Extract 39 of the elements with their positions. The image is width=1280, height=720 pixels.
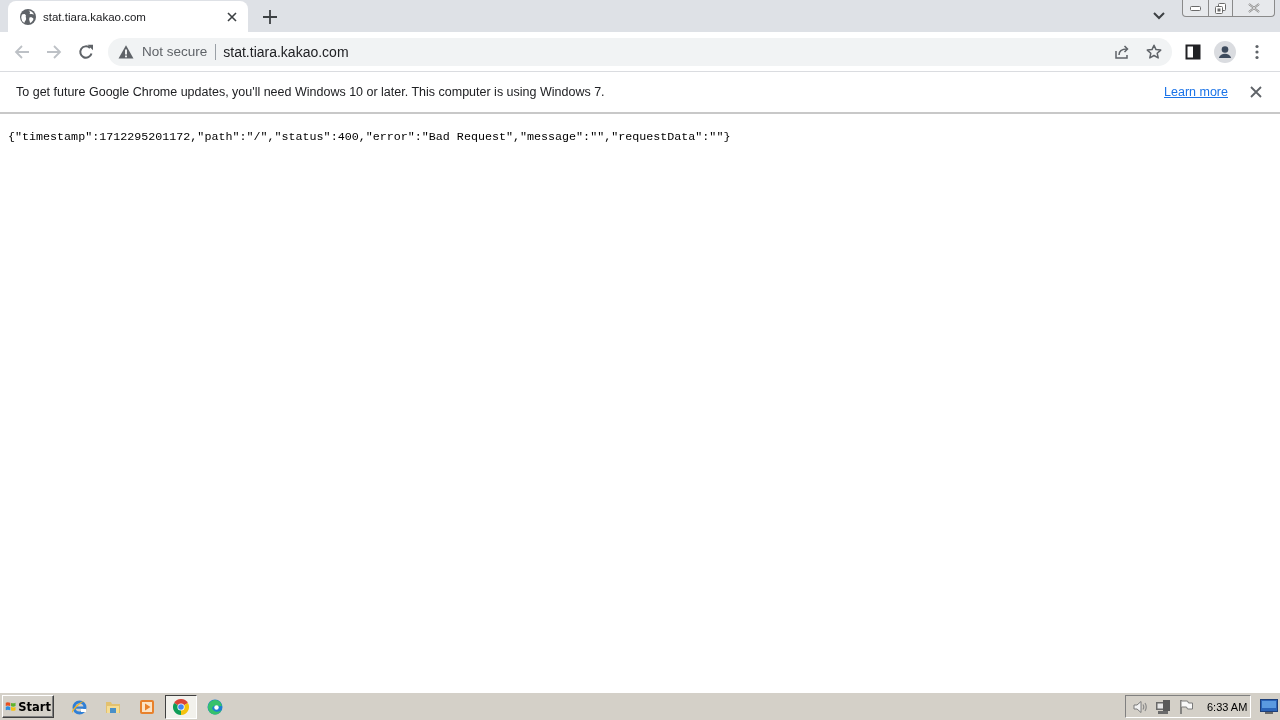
back-arrow-icon	[14, 43, 30, 60]
start-button[interactable]: Start	[2, 695, 54, 718]
window-close-button[interactable]	[1233, 0, 1275, 17]
url-text[interactable]: stat.tiara.kakao.com	[223, 43, 349, 60]
e-logo-icon	[71, 698, 87, 715]
avatar-icon	[1214, 40, 1236, 63]
infobar-message: To get future Google Chrome updates, you'll need Windows 10 or later. This computer is using Windows 7.	[16, 85, 605, 99]
waving-flag-icon	[5, 699, 17, 714]
share-icon	[1114, 43, 1130, 60]
flag-icon[interactable]	[1178, 698, 1194, 715]
response-text: {"timestamp":1712295201172,"path":"/","status":400,"error":"Bad Request","message":"","requestData":""}	[8, 129, 731, 145]
speaker-icon[interactable]	[1132, 698, 1148, 715]
reload-icon	[78, 43, 94, 60]
ring-logo-icon	[173, 698, 189, 715]
play-icon	[139, 698, 155, 715]
security-chip[interactable]: Not secure	[118, 43, 208, 60]
learn-more-link[interactable]: Learn more	[1164, 85, 1228, 99]
address-bar[interactable]: Not secure stat.tiara.kakao.com	[108, 37, 1172, 66]
star-icon	[1146, 43, 1162, 60]
minimize-icon	[1190, 5, 1201, 11]
monitor-icon	[1260, 697, 1278, 714]
browser-tab[interactable]: stat.tiara.kakao.com	[8, 1, 248, 32]
network-icon[interactable]	[1155, 698, 1171, 715]
chevron-down-icon	[1153, 12, 1165, 20]
forward-arrow-icon	[46, 43, 62, 60]
globe-icon	[20, 8, 36, 25]
plus-icon	[263, 10, 277, 24]
restore-icon	[1215, 2, 1226, 14]
close-icon	[227, 11, 237, 22]
close-icon	[1250, 86, 1262, 98]
side-panel-icon	[1185, 43, 1201, 60]
taskbar-app-button[interactable]	[165, 694, 197, 719]
show-desktop-button[interactable]	[1260, 697, 1278, 716]
close-icon	[1247, 3, 1260, 13]
swirl-logo-icon	[207, 698, 223, 715]
restore-button[interactable]	[1209, 0, 1233, 17]
minimize-button[interactable]	[1182, 0, 1209, 17]
warning-icon	[118, 43, 134, 60]
clock-text[interactable]: 6:33 AM	[1207, 700, 1248, 713]
